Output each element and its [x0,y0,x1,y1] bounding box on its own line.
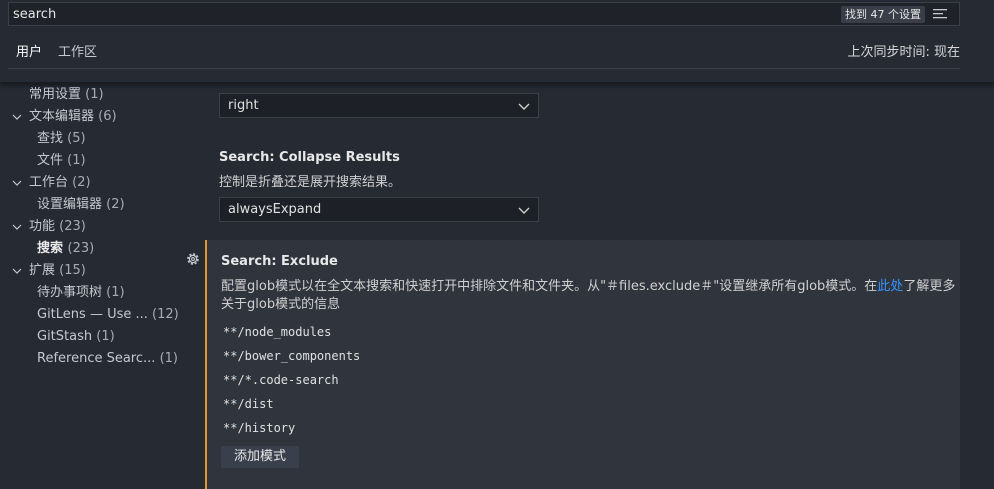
sync-status: 上次同步时间: 现在 [847,45,960,60]
scope-tabs-row: 用户 工作区 上次同步时间: 现在 [0,28,994,83]
tab-workspace[interactable]: 工作区 [58,38,97,68]
exclude-pattern-item[interactable]: **/node_modules [223,325,331,339]
toc-count: (6) [98,109,117,124]
chevron-down-icon[interactable] [12,260,24,282]
desc-text: 了解更多 [903,279,956,294]
toc-count: (2) [106,197,125,212]
toc-item-find[interactable]: 查找 (5) [37,128,86,150]
setting-title-collapse-results: Search: Collapse Results [219,150,400,165]
toc-count: (5) [67,131,86,146]
toc-item-reference-search[interactable]: Reference Searc... (1) [37,348,178,370]
setting-title-exclude: Search: Exclude [221,254,338,269]
toc-item-search[interactable]: 搜索 (23) [37,238,94,260]
collapse-results-select[interactable]: alwaysExpand [219,197,539,222]
learn-more-link[interactable]: 此处 [877,279,903,294]
setting-item-exclude: Search: Exclude 配置glob模式以在全文本搜索和快速打开中排除文… [205,240,960,489]
toc-label: 扩展 [29,263,56,278]
toc-label: 搜索 [37,241,64,256]
settings-list: right Search: Collapse Results 控制是折叠还是展开… [187,84,960,489]
setting-desc-collapse-results: 控制是折叠还是展开搜索结果。 [219,175,402,190]
toc-count: (15) [59,263,86,278]
prev-setting-select[interactable]: right [219,93,539,118]
setting-desc-exclude: 配置glob模式以在全文本搜索和快速打开中排除文件和文件夹。从"＃files.e… [221,275,955,294]
desc-text: 配置glob模式以在全文本搜索和快速打开中排除文件和文件夹。从"＃files.e… [221,279,878,294]
toc-item-files[interactable]: 文件 (1) [37,150,86,172]
toc-label: Reference Searc... [37,351,156,366]
chevron-down-icon[interactable] [12,172,24,194]
tabs-divider [8,68,960,69]
exclude-pattern-item[interactable]: **/bower_components [223,349,360,363]
exclude-pattern-item[interactable]: **/dist [223,397,274,411]
toc-count: (1) [67,153,86,168]
toc-item-gitstash[interactable]: GitStash (1) [37,326,115,348]
toc-label: 设置编辑器 [37,197,103,212]
toc-count: (1) [159,351,178,366]
toc-label: GitStash [37,329,93,344]
toc-count: (1) [106,285,125,300]
select-value: right [228,98,259,113]
setting-desc-exclude-line2: 关于glob模式的信息 [221,297,341,312]
select-value: alwaysExpand [228,202,322,217]
exclude-pattern-item[interactable]: **/*.code-search [223,373,339,387]
toc-item-todo-tree[interactable]: 待办事项树 (1) [37,282,125,304]
toc-item-settings-editor[interactable]: 设置编辑器 (2) [37,194,125,216]
toc-count: (2) [72,175,91,190]
chevron-down-icon [518,103,530,110]
chevron-down-icon[interactable] [12,216,24,238]
toc-label: 查找 [37,131,64,146]
toc-label: 文件 [37,153,64,168]
toc-item-features[interactable]: 功能 (23) [29,216,86,238]
chevron-down-icon[interactable] [12,106,24,128]
tab-user[interactable]: 用户 [7,38,51,69]
filter-icon [933,9,947,19]
toc-item-extensions[interactable]: 扩展 (15) [29,260,86,282]
toc-label: 文本编辑器 [29,109,95,124]
toc-count: (23) [59,219,86,234]
toc-item-commonly-used[interactable]: 常用设置 (1) [29,84,104,106]
settings-search-bar: 找到 47 个设置 [8,2,960,26]
toc-count: (12) [152,307,179,322]
toc-label: 待办事项树 [37,285,103,300]
toc-item-workbench[interactable]: 工作台 (2) [29,172,91,194]
settings-toc: 常用设置 (1) 文本编辑器 (6) 查找 (5) 文件 (1) 工作台 (2)… [0,84,190,489]
toc-item-gitlens[interactable]: GitLens — Use ... (12) [37,304,179,326]
settings-search-input[interactable] [9,3,841,25]
clear-filter-button[interactable] [931,5,949,23]
toc-label: 工作台 [29,175,69,190]
toc-label: GitLens — Use ... [37,307,148,322]
gear-icon[interactable] [185,251,201,267]
toc-count: (1) [96,329,115,344]
toc-count: (1) [85,87,104,102]
toc-label: 常用设置 [29,87,82,102]
chevron-down-icon [518,207,530,214]
add-pattern-button[interactable]: 添加模式 [221,446,300,468]
toc-item-text-editor[interactable]: 文本编辑器 (6) [29,106,117,128]
toc-count: (23) [67,241,95,256]
exclude-pattern-item[interactable]: **/history [223,421,295,435]
toc-label: 功能 [29,219,56,234]
search-result-count: 找到 47 个设置 [841,5,925,23]
